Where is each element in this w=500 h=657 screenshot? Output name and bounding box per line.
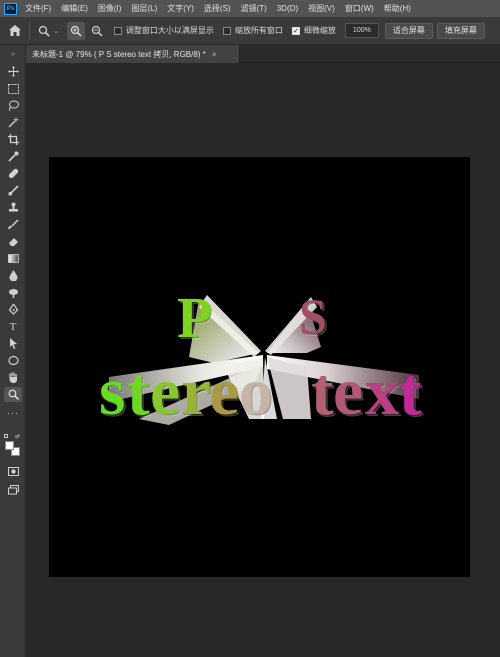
menu-select[interactable]: 选择(S)	[204, 3, 231, 14]
pen-tool-icon[interactable]	[4, 302, 22, 317]
eraser-tool-icon[interactable]	[4, 234, 22, 249]
menu-image[interactable]: 图像(I)	[98, 3, 122, 14]
quick-mask-icon[interactable]	[4, 464, 22, 479]
scrubby-zoom-label: 细微缩放	[303, 26, 336, 35]
tools-panel: » T ··· ⇄	[0, 45, 26, 657]
zoom-all-label: 缩放所有窗口	[234, 26, 283, 35]
document-tab-label: 未标题-1 @ 79% ( P S stereo text 拷贝, RGB/8)…	[32, 49, 206, 59]
zoom-all-checkbox[interactable]	[222, 26, 231, 35]
move-tool-icon[interactable]	[4, 64, 22, 79]
letter-t-2: t	[311, 353, 334, 429]
resize-windows-option[interactable]: 调整窗口大小以满屏显示	[113, 25, 214, 36]
collapse-toolbar-icon[interactable]: »	[4, 47, 22, 62]
menu-view[interactable]: 视图(V)	[308, 3, 335, 14]
zoom-tool-active-icon[interactable]	[4, 387, 22, 402]
menu-help[interactable]: 帮助(H)	[384, 3, 411, 14]
menu-file[interactable]: 文件(F)	[25, 3, 51, 14]
menu-bar: Ps 文件(F) 编辑(E) 图像(I) 图层(L) 文字(Y) 选择(S) 滤…	[0, 0, 500, 17]
letter-x: x	[365, 353, 399, 429]
eyedropper-tool-icon[interactable]	[4, 149, 22, 164]
zoom-percent-field[interactable]: 100%	[344, 23, 379, 38]
menu-window[interactable]: 窗口(W)	[345, 3, 374, 14]
home-icon[interactable]	[6, 22, 24, 40]
clone-stamp-tool-icon[interactable]	[4, 200, 22, 215]
menu-edit[interactable]: 编辑(E)	[61, 3, 88, 14]
more-tools-icon[interactable]: ···	[4, 405, 22, 420]
resize-windows-label: 调整窗口大小以满屏显示	[125, 26, 214, 35]
letter-t-3: t	[399, 353, 422, 429]
type-tool-icon[interactable]: T	[4, 319, 22, 334]
letter-s: s	[99, 353, 126, 429]
document-tab[interactable]: 未标题-1 @ 79% ( P S stereo text 拷贝, RGB/8)…	[26, 45, 240, 63]
menu-type[interactable]: 文字(Y)	[167, 3, 194, 14]
zoom-tool-icon[interactable]	[35, 22, 53, 40]
separator	[29, 21, 30, 40]
healing-brush-tool-icon[interactable]	[4, 166, 22, 181]
letter-r: r	[181, 353, 212, 429]
foreground-color-swatch[interactable]	[5, 441, 14, 450]
resize-windows-checkbox[interactable]	[113, 26, 122, 35]
close-tab-icon[interactable]: ×	[212, 50, 217, 59]
dodge-tool-icon[interactable]	[4, 285, 22, 300]
chevron-down-icon[interactable]: ⌄	[53, 27, 59, 35]
brush-tool-icon[interactable]	[4, 183, 22, 198]
zoom-in-icon[interactable]	[66, 21, 85, 40]
ellipse-tool-icon[interactable]	[4, 353, 22, 368]
fill-screen-button[interactable]: 填充屏幕	[436, 22, 485, 39]
menu-layer[interactable]: 图层(L)	[131, 3, 157, 14]
scrubby-zoom-checkbox[interactable]: ✓	[291, 26, 300, 35]
magic-wand-tool-icon[interactable]	[4, 115, 22, 130]
zoom-out-icon[interactable]	[88, 22, 106, 40]
letter-e-2: e	[209, 353, 240, 429]
history-brush-tool-icon[interactable]	[4, 217, 22, 232]
letter-S: S	[299, 288, 327, 344]
scrubby-zoom-option[interactable]: ✓ 细微缩放	[291, 25, 336, 36]
letter-t-1: t	[127, 353, 150, 429]
letter-e-1: e	[150, 353, 181, 429]
crop-tool-icon[interactable]	[4, 132, 22, 147]
document-tab-bar: 未标题-1 @ 79% ( P S stereo text 拷贝, RGB/8)…	[26, 45, 500, 63]
default-colors-icon[interactable]	[4, 434, 8, 438]
lasso-tool-icon[interactable]	[4, 98, 22, 113]
photoshop-logo: Ps	[4, 2, 17, 15]
zoom-all-option[interactable]: 缩放所有窗口	[222, 25, 283, 36]
marquee-tool-icon[interactable]	[4, 81, 22, 96]
menu-3d[interactable]: 3D(D)	[277, 4, 298, 13]
screen-mode-icon[interactable]	[4, 482, 22, 497]
menu-filter[interactable]: 滤镜(T)	[241, 3, 267, 14]
workspace[interactable]: P S s t e r e o t e x t	[26, 63, 500, 657]
hand-tool-icon[interactable]	[4, 370, 22, 385]
gradient-tool-icon[interactable]	[4, 251, 22, 266]
letter-o: o	[239, 353, 273, 429]
blur-tool-icon[interactable]	[4, 268, 22, 283]
options-bar: ⌄ 调整窗口大小以满屏显示 缩放所有窗口 ✓ 细微缩放 100% 适合屏幕 填充…	[0, 17, 500, 45]
document-canvas[interactable]: P S s t e r e o t e x t	[49, 157, 470, 577]
fit-screen-button[interactable]: 适合屏幕	[384, 22, 433, 39]
color-swatches[interactable]: ⇄	[4, 434, 22, 462]
swap-colors-icon[interactable]: ⇄	[15, 433, 20, 440]
letter-P: P	[177, 285, 213, 350]
letter-e-3: e	[333, 353, 364, 429]
path-selection-tool-icon[interactable]	[4, 336, 22, 351]
